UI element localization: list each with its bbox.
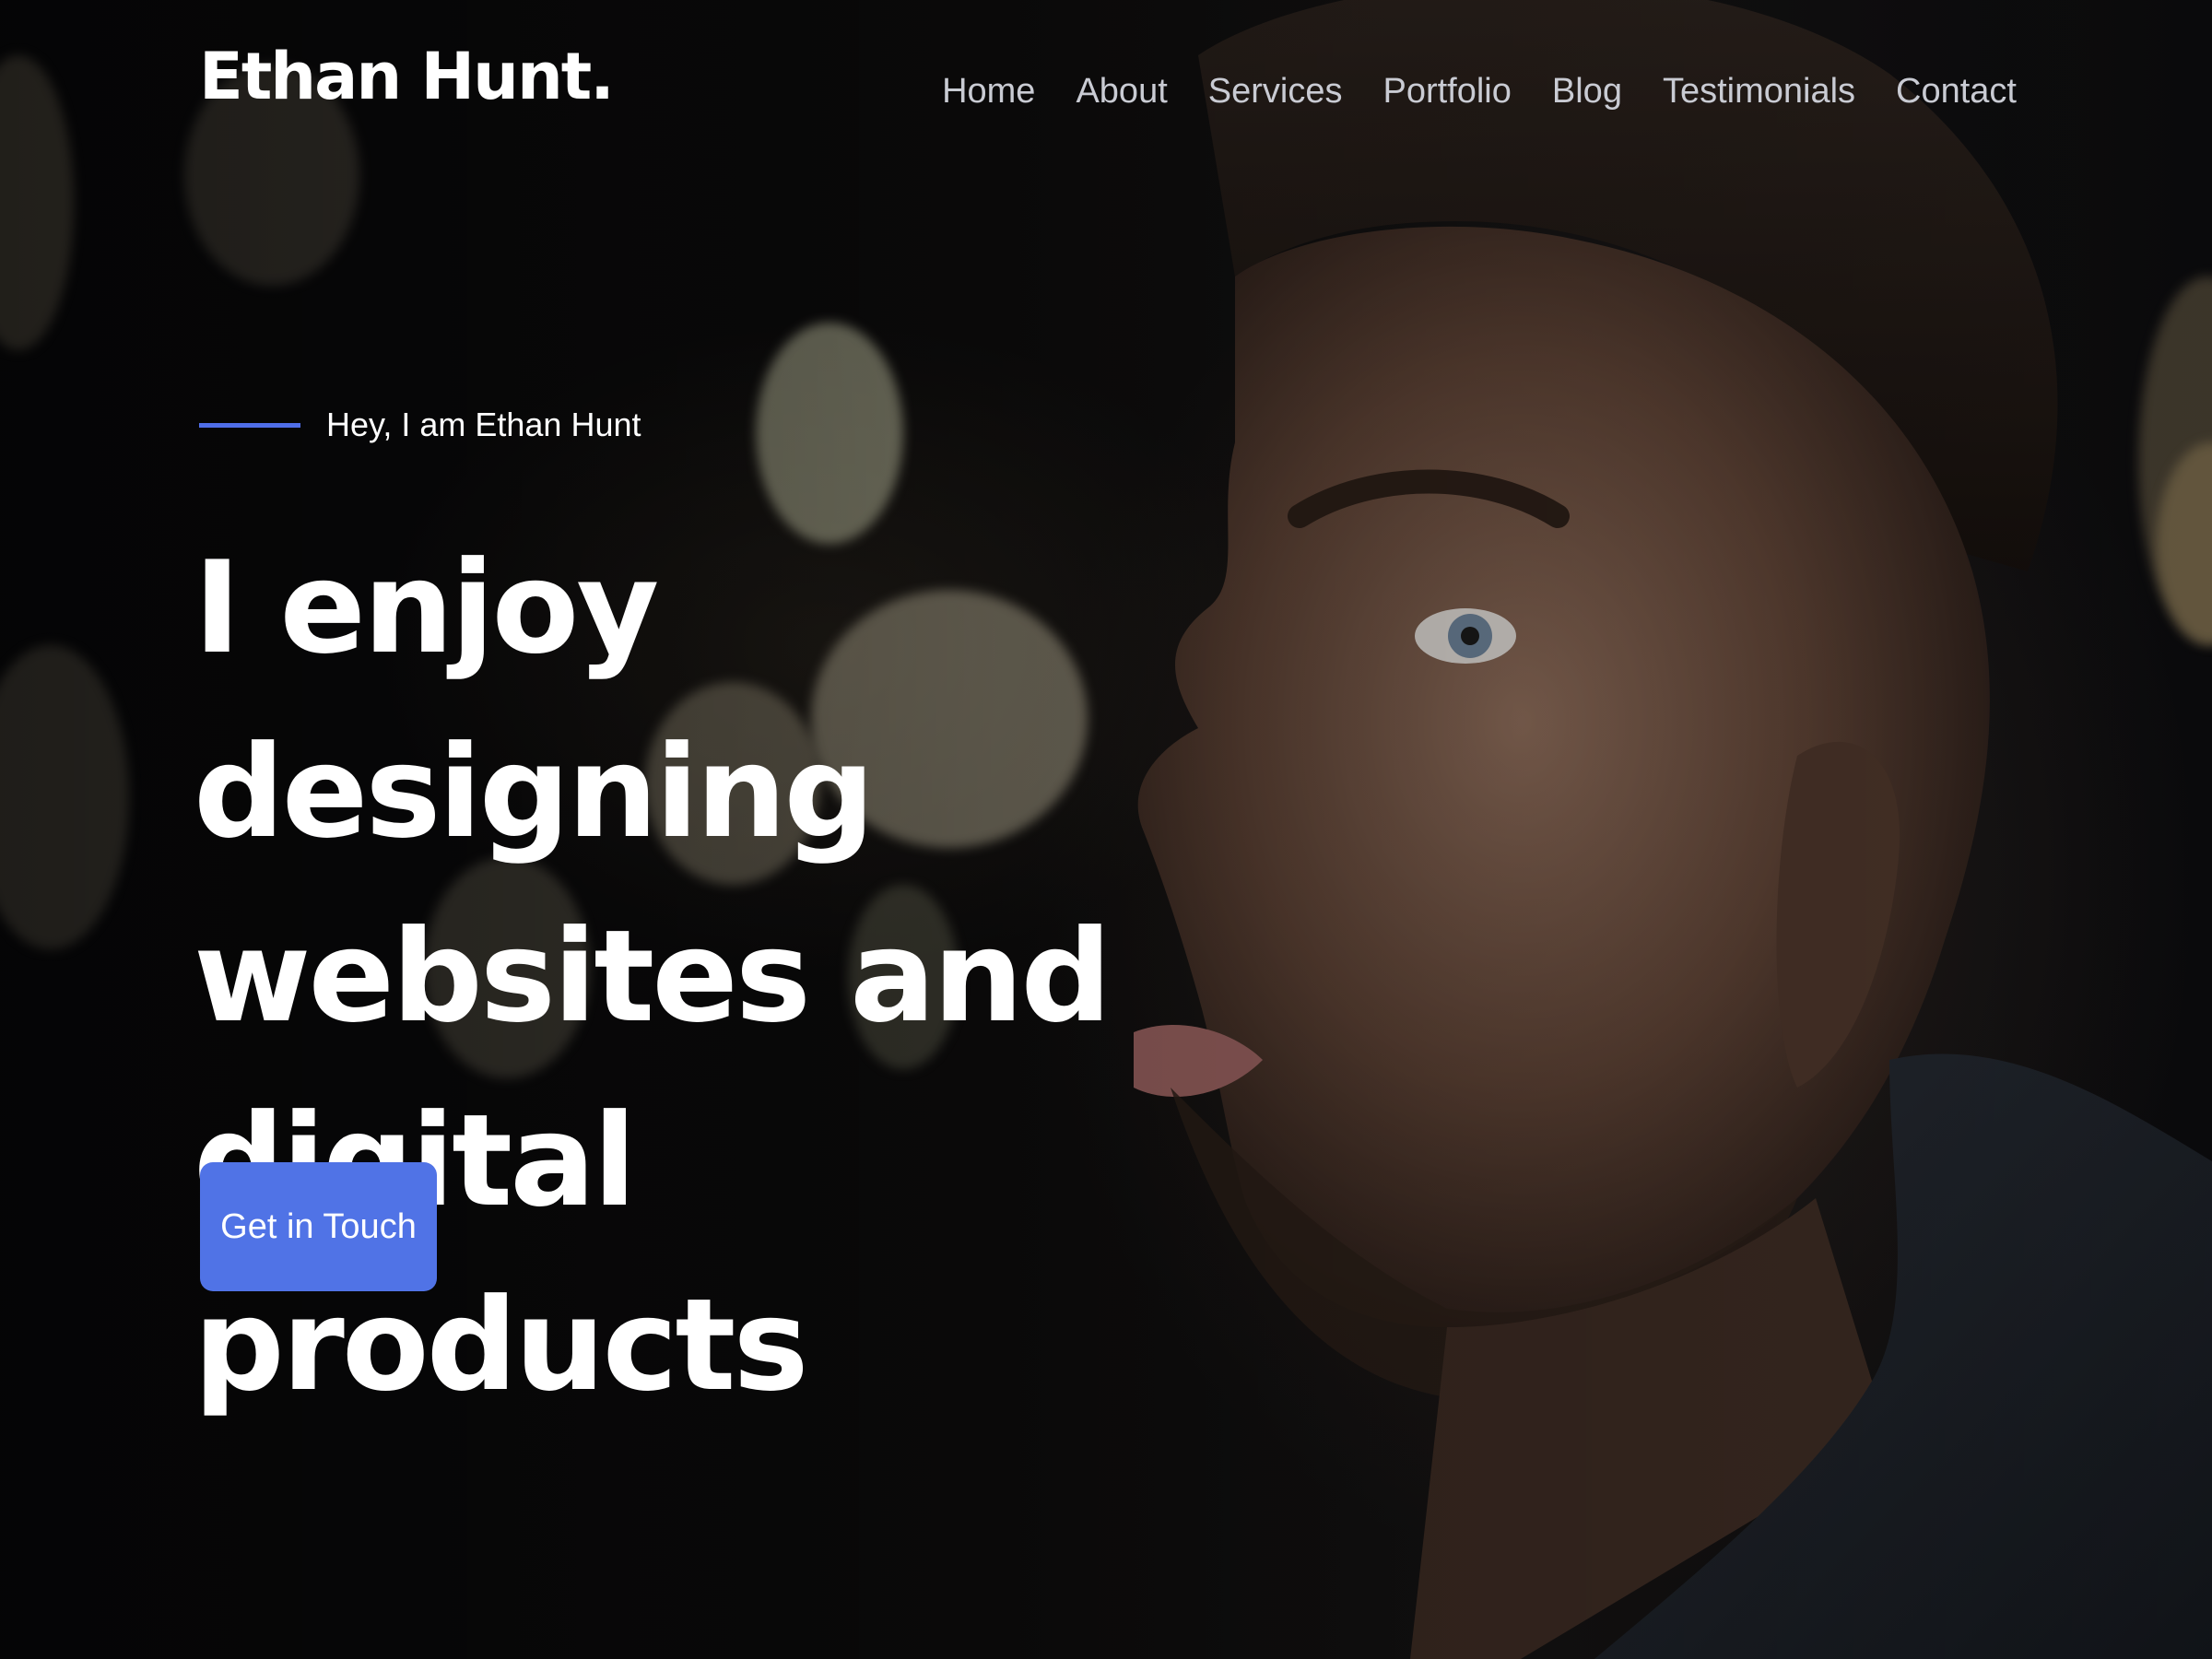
hero-section: Ethan Hunt. Home About Services Portfoli… <box>0 0 2212 1659</box>
nav-link-contact[interactable]: Contact <box>1896 72 2017 112</box>
hero-headline: I enjoy designing websites and digital p… <box>194 534 1112 1419</box>
nav-link-services[interactable]: Services <box>1208 72 1343 112</box>
nav-link-home[interactable]: Home <box>942 72 1035 112</box>
nav-link-about[interactable]: About <box>1076 72 1167 112</box>
site-logo[interactable]: Ethan Hunt. <box>199 39 615 114</box>
get-in-touch-button[interactable]: Get in Touch <box>200 1162 437 1291</box>
nav-link-testimonials[interactable]: Testimonials <box>1663 72 1855 112</box>
hero-intro: Hey, I am Ethan Hunt <box>199 406 641 444</box>
main-nav: Home About Services Portfolio Blog Testi… <box>942 72 2017 112</box>
nav-link-blog[interactable]: Blog <box>1552 72 1622 112</box>
nav-link-portfolio[interactable]: Portfolio <box>1382 72 1511 112</box>
accent-line <box>199 422 300 428</box>
hero-intro-text: Hey, I am Ethan Hunt <box>326 406 641 443</box>
